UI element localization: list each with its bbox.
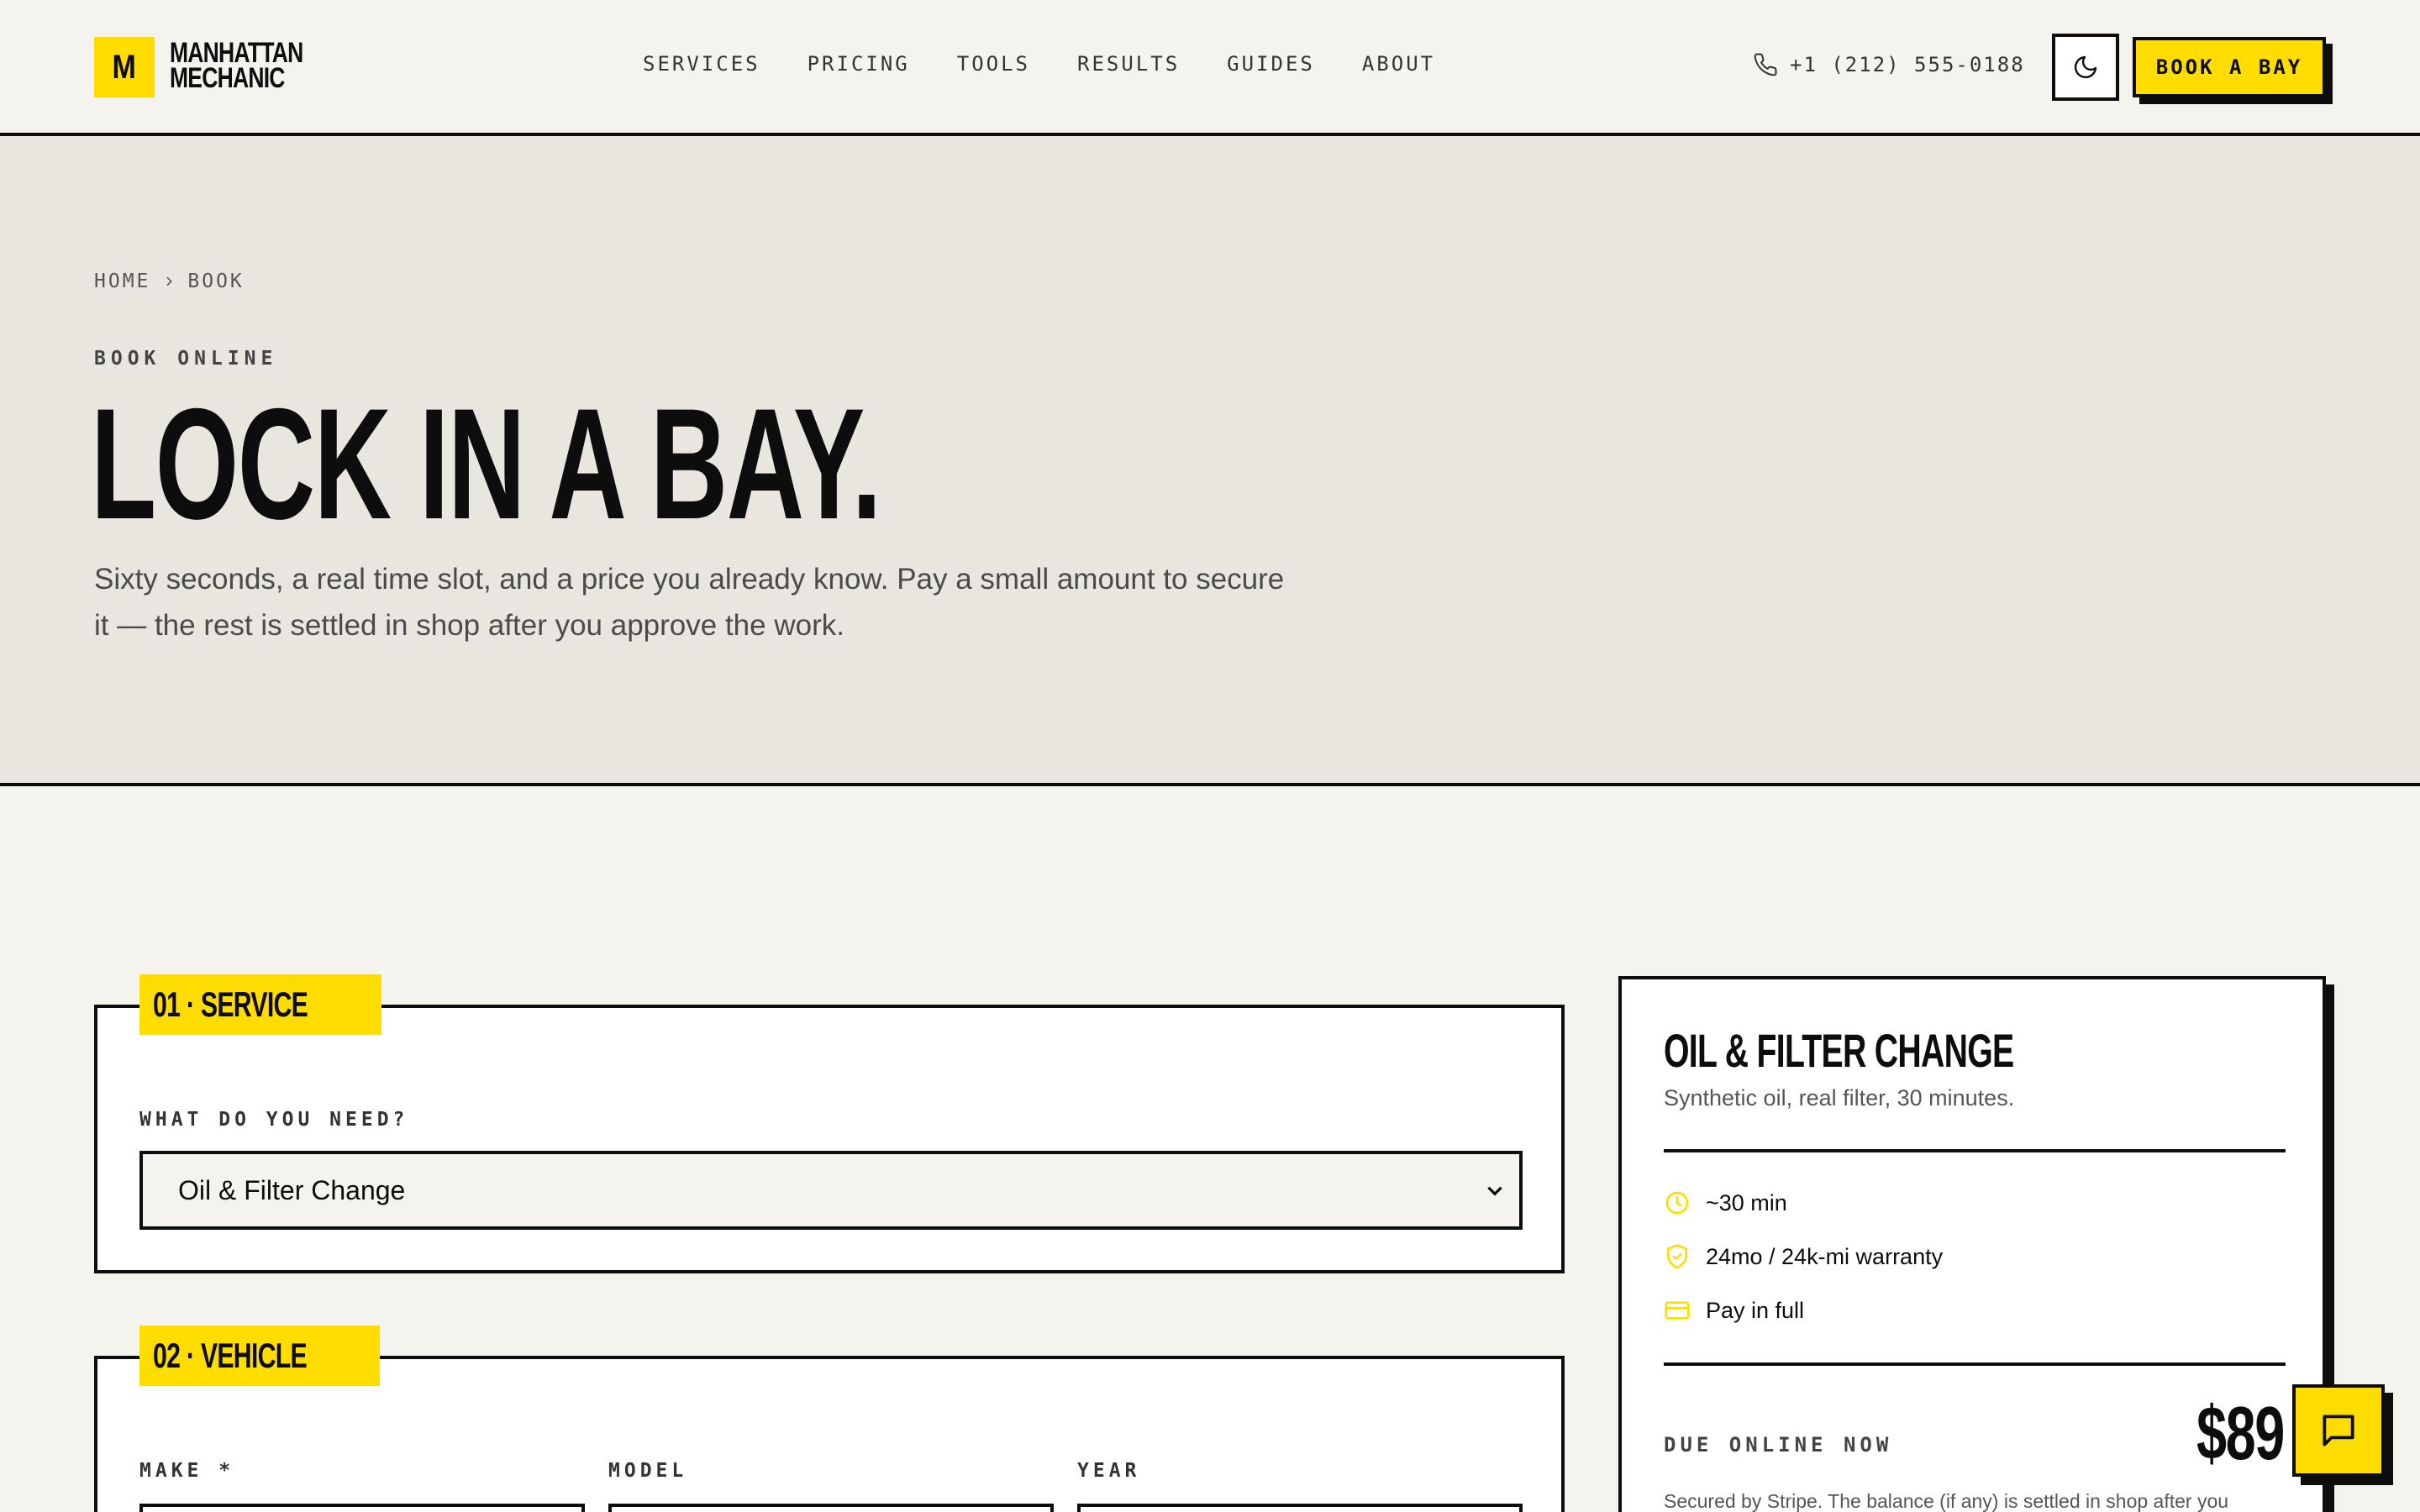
summary-subtitle: Synthetic oil, real filter, 30 minutes. — [1664, 1085, 2015, 1110]
booking-summary-card: OIL & FILTER CHANGE Synthetic oil, real … — [1618, 976, 2326, 1512]
phone-link[interactable]: +1 (212) 555-0188 — [1753, 52, 2025, 77]
moon-icon — [2074, 55, 2097, 79]
meta-warranty-text: 24mo / 24k-mi warranty — [1706, 1243, 1944, 1269]
hero-section: HOME BOOK BOOK ONLINE LOCK IN A BAY. Six… — [0, 136, 2420, 786]
phone-icon — [1754, 53, 1777, 76]
due-online-price: $89 — [2196, 1392, 2285, 1476]
chat-button[interactable] — [2292, 1384, 2385, 1477]
nav-results[interactable]: RESULTS — [1077, 52, 1180, 76]
divider — [1664, 1149, 2286, 1152]
model-label: MODEL — [608, 1460, 688, 1482]
shield-check-icon — [1667, 1244, 1687, 1269]
year-field[interactable] — [1077, 1504, 1523, 1512]
meta-payment-text: Pay in full — [1706, 1297, 1805, 1323]
site-header: M MANHATTAN MECHANIC SERVICES PRICING TO… — [0, 0, 2420, 136]
breadcrumb: HOME BOOK — [94, 270, 245, 292]
service-select-value: Oil & Filter Change — [178, 1174, 406, 1205]
meta-duration-text: ~30 min — [1706, 1189, 1787, 1215]
vehicle-section: 02 · VEHICLE MAKE * MODEL YEAR — [94, 1326, 1565, 1512]
main-nav: SERVICES PRICING TOOLS RESULTS GUIDES AB… — [643, 52, 1435, 76]
clock-icon — [1665, 1191, 1689, 1215]
theme-toggle-button[interactable] — [2052, 34, 2119, 101]
logo-mark: M — [94, 37, 155, 97]
model-field[interactable] — [608, 1504, 1054, 1512]
book-a-bay-button[interactable]: BOOK A BAY — [2133, 37, 2326, 97]
due-online-label: DUE ONLINE NOW — [1664, 1433, 1893, 1457]
service-section-tag: 01 · SERVICE — [139, 974, 381, 1035]
nav-services[interactable]: SERVICES — [643, 52, 760, 76]
make-label: MAKE * — [139, 1460, 235, 1482]
vehicle-section-tag-label: 02 · VEHICLE — [153, 1336, 308, 1375]
chevron-right-icon — [166, 276, 173, 286]
meta-duration: ~30 min — [1664, 1189, 1787, 1216]
breadcrumb-book: BOOK — [187, 270, 245, 292]
page-title: LOCK IN A BAY. — [91, 375, 881, 552]
service-section: 01 · SERVICE WHAT DO YOU NEED? Oil & Fil… — [94, 974, 1565, 1273]
logo-mark-letter: M — [112, 48, 137, 86]
phone-number: +1 (212) 555-0188 — [1790, 53, 2025, 76]
meta-payment: Pay in full — [1664, 1297, 1804, 1324]
vehicle-section-tag: 02 · VEHICLE — [139, 1326, 381, 1386]
year-label: YEAR — [1077, 1460, 1141, 1482]
nav-guides[interactable]: GUIDES — [1227, 52, 1315, 76]
divider — [1664, 1362, 2286, 1366]
nav-about[interactable]: ABOUT — [1362, 52, 1435, 76]
service-label: WHAT DO YOU NEED? — [139, 1109, 409, 1131]
payment-note: Secured by Stripe. The balance (if any) … — [1664, 1490, 2229, 1512]
make-field[interactable] — [139, 1504, 585, 1512]
eyebrow: BOOK ONLINE — [94, 348, 278, 370]
summary-title: OIL & FILTER CHANGE — [1664, 1024, 2014, 1077]
logo-wordmark: MANHATTAN MECHANIC — [170, 39, 314, 94]
chat-icon — [2323, 1415, 2354, 1446]
service-section-tag-label: 01 · SERVICE — [153, 984, 308, 1024]
chevron-down-icon — [1487, 1186, 1502, 1196]
breadcrumb-home[interactable]: HOME — [94, 270, 150, 292]
credit-card-icon — [1665, 1301, 1690, 1320]
service-select[interactable]: Oil & Filter Change — [139, 1151, 1523, 1230]
logo-line-2: MECHANIC — [170, 62, 285, 94]
hero-subtitle: Sixty seconds, a real time slot, and a p… — [94, 563, 1285, 642]
meta-warranty: 24mo / 24k-mi warranty — [1664, 1243, 1943, 1270]
nav-pricing[interactable]: PRICING — [808, 52, 910, 76]
nav-tools[interactable]: TOOLS — [957, 52, 1030, 76]
